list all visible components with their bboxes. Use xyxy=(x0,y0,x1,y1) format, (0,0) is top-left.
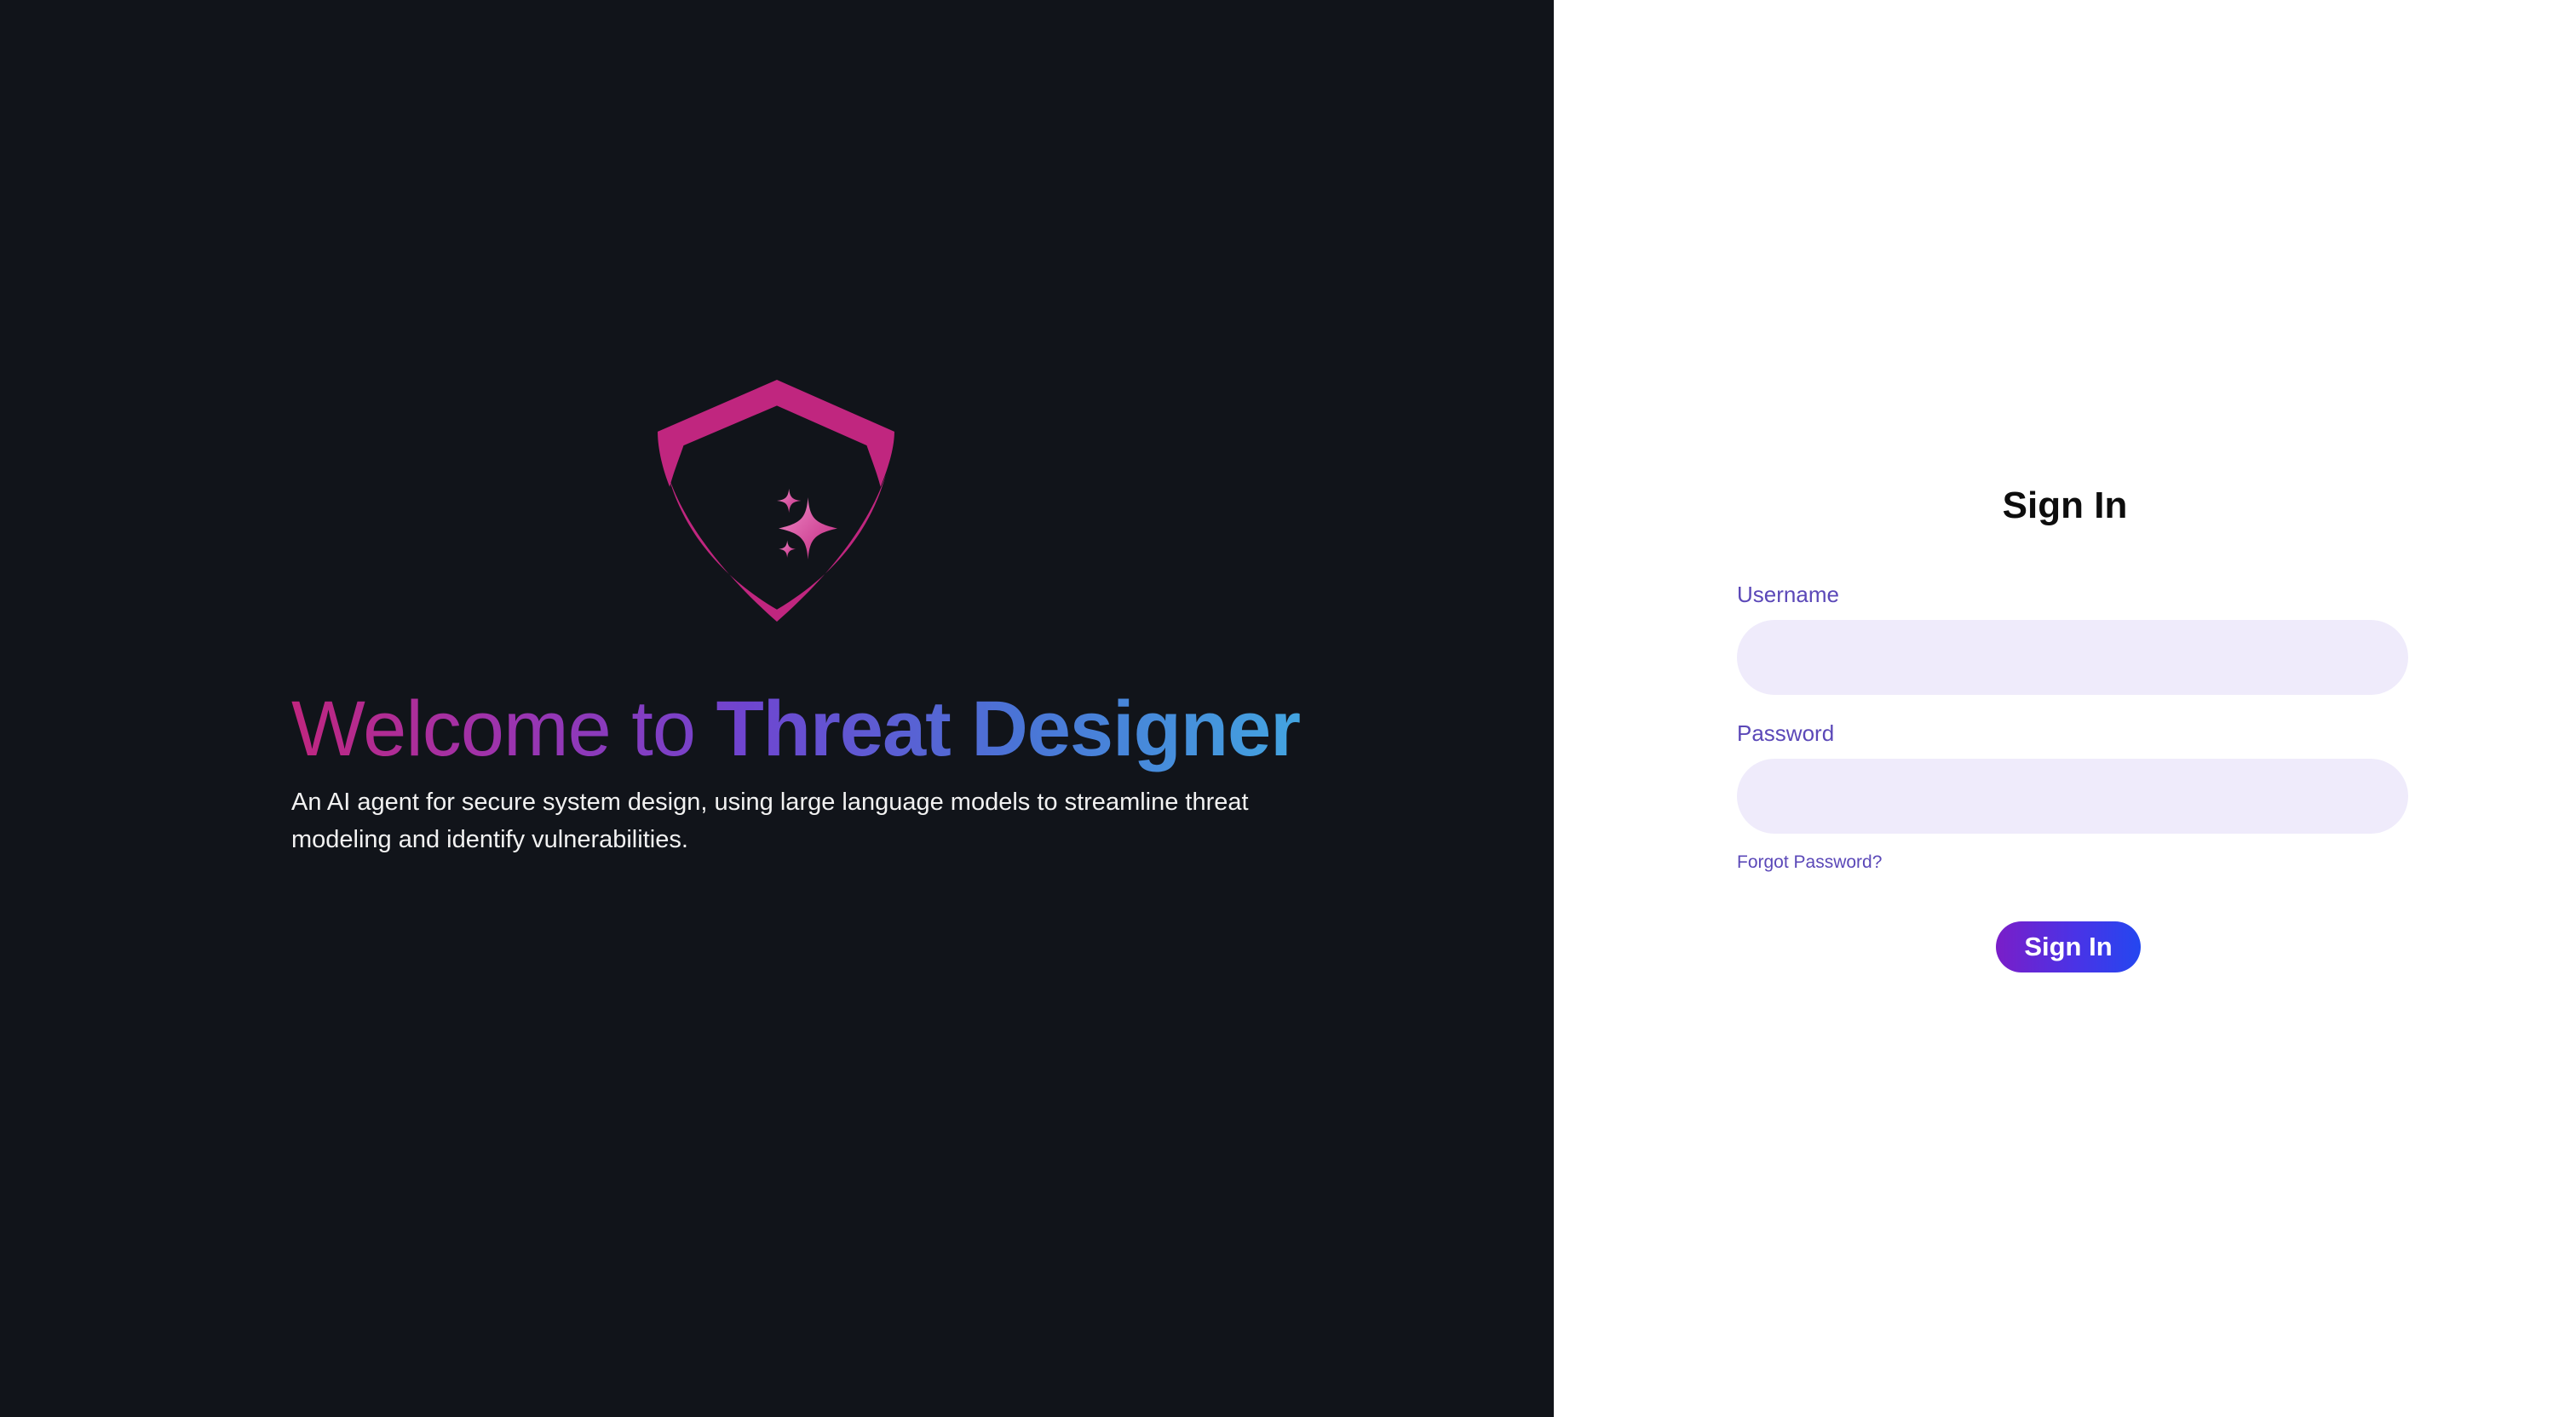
password-label: Password xyxy=(1737,720,1835,746)
signin-panel: Sign In Username Password Forgot Passwor… xyxy=(1554,0,2576,1417)
welcome-panel: Welcome to Threat Designer An AI agent f… xyxy=(0,0,1554,1417)
login-page: Welcome to Threat Designer An AI agent f… xyxy=(0,0,2576,1417)
username-label: Username xyxy=(1737,582,1839,607)
password-input[interactable] xyxy=(1737,759,2408,834)
forgot-password-link[interactable]: Forgot Password? xyxy=(1737,851,1882,875)
username-input[interactable] xyxy=(1737,620,2408,695)
signin-title: Sign In xyxy=(2002,485,2128,526)
signin-button[interactable]: Sign In xyxy=(1996,921,2141,972)
welcome-title-product: Threat Designer xyxy=(716,686,1301,772)
welcome-title-prefix: Welcome to xyxy=(291,686,716,772)
welcome-title: Welcome to Threat Designer xyxy=(291,681,1300,777)
shield-sparkle-icon xyxy=(658,380,894,622)
welcome-subtitle: An AI agent for secure system design, us… xyxy=(291,789,1249,853)
